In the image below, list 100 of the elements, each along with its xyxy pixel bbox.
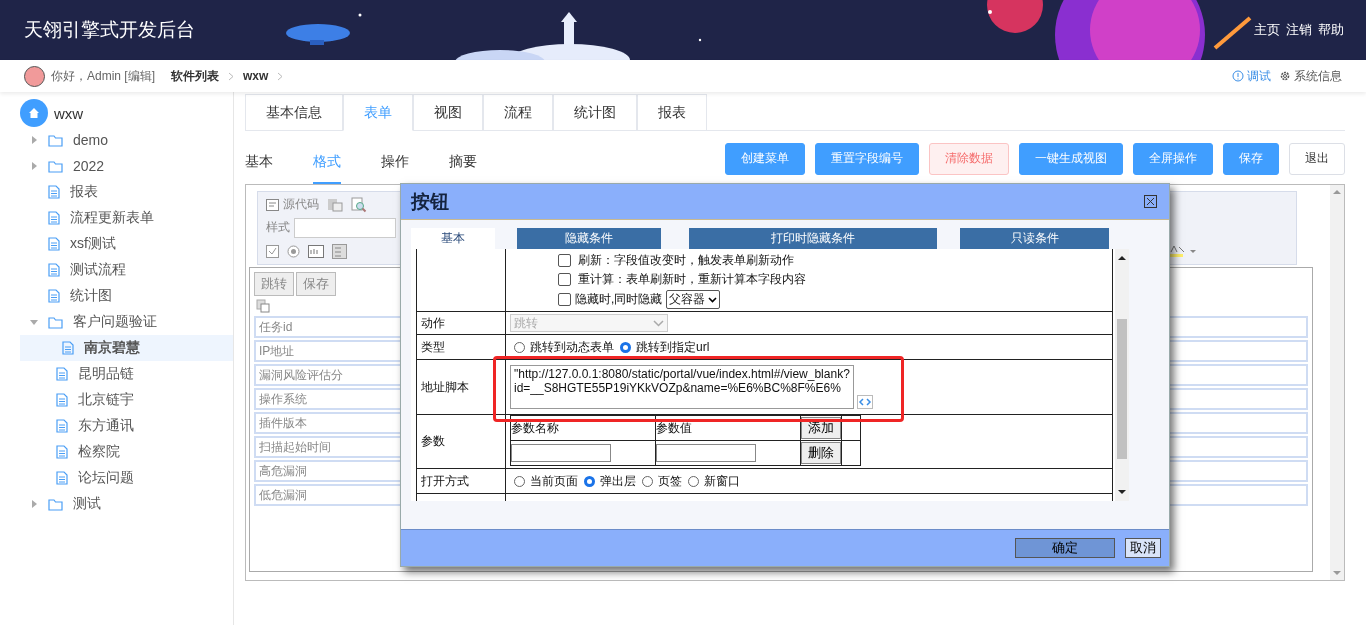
field-label: 操作系统 — [259, 390, 307, 408]
sub-tab[interactable]: 操作 — [381, 141, 409, 184]
url-script-field[interactable]: "http://127.0.0.1:8080/static/portal/vue/index.html#/view_blank?id=__S8HGTE55P19iYKkVOZp&name=%E6%BC%8F%E6% — [510, 365, 854, 409]
app-title: 天翎引擎式开发后台 — [24, 18, 195, 42]
collapsed-caret-icon[interactable] — [30, 162, 38, 170]
tree-item[interactable]: 报表 — [0, 179, 233, 205]
chevron-icon — [228, 71, 234, 81]
tab[interactable]: 统计图 — [553, 94, 637, 130]
tree-item[interactable]: 东方通讯 — [0, 413, 233, 439]
preview-icon[interactable] — [351, 196, 367, 213]
tree-item[interactable]: 论坛问题 — [0, 465, 233, 491]
checkbox[interactable] — [558, 273, 571, 286]
tab[interactable]: 流程 — [483, 94, 553, 130]
radio-button[interactable] — [688, 475, 699, 487]
column-header: 参数名称 — [511, 420, 559, 435]
document-icon — [56, 367, 68, 381]
field-marker-icon — [256, 299, 270, 313]
field-label: IP地址 — [259, 342, 295, 360]
info-icon — [1232, 70, 1244, 82]
tree-item[interactable]: 检察院 — [0, 439, 233, 465]
radio-label: 新窗口 — [704, 472, 740, 490]
breadcrumb-link[interactable]: 软件列表 — [171, 67, 219, 85]
toolbar-button[interactable]: 退出 — [1289, 142, 1345, 175]
collapsed-caret-icon[interactable] — [30, 500, 38, 508]
field-label: 地址脚本 — [416, 359, 506, 415]
text-field-tool-icon[interactable] — [308, 244, 324, 258]
radio-button[interactable] — [584, 475, 595, 487]
delete-button[interactable]: 删除 — [801, 442, 841, 464]
field-label: 动作 — [416, 311, 506, 335]
radio-label: 跳转到指定url — [636, 338, 710, 356]
close-icon[interactable] — [1144, 195, 1157, 208]
tree-item[interactable]: 测试 — [0, 491, 233, 517]
field-label: 打开方式 — [416, 468, 506, 494]
field-label: 漏洞风险评估分 — [259, 366, 343, 384]
scrollbar[interactable] — [1115, 249, 1129, 501]
paste-icon[interactable] — [327, 197, 343, 212]
tree-item[interactable]: 昆明品链 — [0, 361, 233, 387]
input-field[interactable] — [656, 444, 756, 462]
highlight-tool-icon[interactable] — [1168, 244, 1198, 259]
code-icon[interactable] — [857, 395, 873, 409]
field-label: 低危漏洞 — [259, 486, 307, 504]
greeting-text: 你好，Admin [编辑] — [51, 67, 155, 85]
folder-icon — [48, 159, 63, 173]
radio-button[interactable] — [514, 475, 525, 487]
dialog-tab[interactable]: 只读条件 — [960, 228, 1109, 249]
tree-item[interactable]: 测试流程 — [0, 257, 233, 283]
container-dropdown[interactable]: 父容器 — [666, 290, 721, 309]
checkbox-tool-icon[interactable] — [266, 244, 279, 258]
dialog-button[interactable]: 取消 — [1125, 538, 1161, 558]
document-icon — [48, 289, 60, 303]
field-label: 任务id — [259, 318, 293, 336]
folder-icon — [48, 315, 63, 329]
chevron-icon — [653, 319, 664, 327]
field-label: 插件版本 — [259, 414, 307, 432]
dialog-tab[interactable]: 打印时隐藏条件 — [689, 228, 937, 249]
header-link[interactable]: 注销 — [1286, 21, 1312, 39]
dialog-button[interactable]: 确定 — [1015, 538, 1115, 558]
dialog-tab[interactable]: 隐藏条件 — [517, 228, 661, 249]
header-link[interactable]: 主页 — [1254, 21, 1280, 39]
chevron-icon — [277, 71, 284, 81]
radio-button[interactable] — [620, 341, 631, 353]
home-icon — [20, 99, 48, 127]
avatar — [24, 65, 45, 87]
tree-item[interactable]: 流程更新表单 — [0, 205, 233, 231]
radio-label: 跳转到动态表单 — [530, 338, 614, 356]
tree-item[interactable]: 统计图 — [0, 283, 233, 309]
header-link[interactable]: 帮助 — [1318, 21, 1344, 39]
checkbox-label: 隐藏时,同时隐藏 — [575, 291, 663, 308]
radio-button[interactable] — [642, 475, 653, 487]
source-icon — [266, 198, 279, 211]
tree-item[interactable]: 南京碧慧 — [20, 335, 233, 361]
list-box-tool-icon[interactable] — [332, 243, 347, 259]
tab[interactable]: 基本信息 — [245, 94, 343, 130]
breadcrumb-link[interactable]: wxw — [243, 69, 269, 83]
tree-item[interactable]: 北京链宇 — [0, 387, 233, 413]
collapsed-caret-icon[interactable] — [30, 136, 38, 144]
dialog-tab[interactable]: 基本 — [411, 228, 495, 249]
tree-root[interactable]: wxw — [54, 104, 84, 122]
sub-tab[interactable]: 基本 — [245, 141, 273, 184]
expanded-caret-icon[interactable] — [30, 318, 38, 326]
tree-item[interactable]: 2022 — [0, 153, 233, 179]
checkbox[interactable] — [558, 254, 571, 267]
folder-icon — [48, 497, 63, 511]
input-field[interactable] — [511, 444, 611, 462]
document-icon — [56, 471, 68, 485]
tab[interactable]: 报表 — [637, 94, 707, 130]
radio-button[interactable] — [514, 341, 525, 353]
tab[interactable]: 视图 — [413, 94, 483, 130]
checkbox[interactable] — [558, 293, 571, 306]
style-label: 样式 — [266, 219, 290, 237]
tree-item[interactable]: xsf测试 — [0, 231, 233, 257]
document-icon — [48, 237, 60, 251]
header-action-link[interactable]: 系统信息 — [1279, 67, 1342, 85]
sub-tab[interactable]: 摘要 — [449, 141, 477, 184]
radio-label: 弹出层 — [600, 472, 636, 490]
checkbox-label: 重计算：表单刷新时，重新计算本字段内容 — [578, 271, 806, 288]
header-action-link[interactable]: 调试 — [1232, 67, 1271, 85]
radio-tool-icon[interactable] — [287, 244, 300, 258]
tree-item[interactable]: demo — [0, 127, 233, 153]
tree-item[interactable]: 客户问题验证 — [0, 309, 233, 335]
